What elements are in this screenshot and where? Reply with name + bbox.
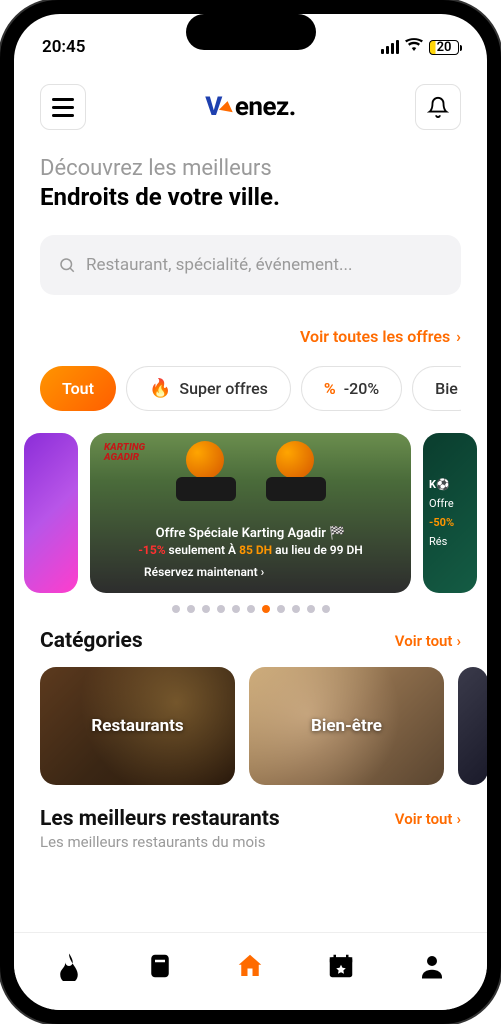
best-restaurants-see-all[interactable]: Voir tout › (395, 810, 461, 828)
bottom-nav (14, 932, 487, 1010)
calendar-star-icon (326, 951, 356, 981)
flame-icon (54, 951, 84, 981)
categories-row: Restaurants Bien-être (40, 667, 487, 785)
chip-all[interactable]: Tout (40, 366, 116, 411)
carousel-dot[interactable] (307, 605, 315, 613)
carousel-next-card[interactable]: K⚽ Offre -50% Rés (423, 433, 477, 593)
category-restaurants[interactable]: Restaurants (40, 667, 235, 785)
carousel-dot[interactable] (262, 605, 270, 613)
nav-saved[interactable] (138, 944, 182, 988)
menu-button[interactable] (40, 84, 86, 130)
carousel-dot[interactable] (247, 605, 255, 613)
percent-icon: % (324, 379, 336, 398)
category-bienetre[interactable]: Bien-être (249, 667, 444, 785)
battery-percentage: 20 (437, 40, 452, 55)
hero-title: Endroits de votre ville. (40, 183, 461, 211)
bookmark-icon (145, 951, 175, 981)
chip-discount-20[interactable]: % -20% (301, 366, 402, 411)
filter-chips: Tout 🔥 Super offres % -20% Bie (40, 366, 461, 411)
chevron-right-icon: › (456, 327, 461, 346)
carousel-dot[interactable] (277, 605, 285, 613)
person-icon (417, 951, 447, 981)
status-time: 20:45 (42, 37, 85, 57)
carousel-prev-card[interactable] (24, 433, 78, 593)
carousel-main-card[interactable]: KARTING AGADIR Offre Spéciale Karting Ag… (90, 433, 411, 593)
best-restaurants-title: Les meilleurs restaurants (40, 807, 280, 831)
chip-bienetre[interactable]: Bie (412, 366, 461, 411)
carousel-dots (40, 605, 461, 613)
chevron-right-icon: › (456, 810, 461, 828)
carousel-dot[interactable] (202, 605, 210, 613)
chip-super-offers[interactable]: 🔥 Super offres (126, 366, 291, 411)
carousel-dot[interactable] (172, 605, 180, 613)
carousel-dot[interactable] (322, 605, 330, 613)
see-all-offers-link[interactable]: Voir toutes les offres › (40, 327, 461, 346)
offer-title: Offre Spéciale Karting Agadir 🏁 (104, 526, 397, 541)
best-restaurants-subtitle: Les meilleurs restaurants du mois (40, 833, 461, 851)
categories-see-all[interactable]: Voir tout › (395, 632, 461, 650)
offers-carousel[interactable]: KARTING AGADIR Offre Spéciale Karting Ag… (14, 433, 487, 593)
bell-icon (427, 96, 449, 118)
search-icon (58, 256, 76, 274)
offer-cta[interactable]: Réservez maintenant › (104, 565, 397, 579)
nav-hot[interactable] (47, 944, 91, 988)
nav-profile[interactable] (410, 944, 454, 988)
home-icon (235, 951, 265, 981)
nav-home[interactable] (228, 944, 272, 988)
carousel-dot[interactable] (232, 605, 240, 613)
wifi-icon (405, 37, 423, 57)
chevron-right-icon: › (456, 632, 461, 650)
hamburger-icon (52, 98, 74, 117)
battery-icon: 20 (429, 40, 459, 55)
search-placeholder: Restaurant, spécialité, événement... (86, 255, 352, 275)
categories-title: Catégories (40, 629, 143, 653)
nav-events[interactable] (319, 944, 363, 988)
flame-icon: 🔥 (149, 378, 171, 399)
notifications-button[interactable] (415, 84, 461, 130)
carousel-dot[interactable] (217, 605, 225, 613)
signal-icon (381, 40, 399, 54)
offer-price-line: -15% seulement À 85 DH au lieu de 99 DH (104, 543, 397, 557)
hero-subtitle: Découvrez les meilleurs (40, 156, 461, 181)
app-logo: Venez. (205, 92, 296, 122)
category-next[interactable] (458, 667, 487, 785)
carousel-dot[interactable] (187, 605, 195, 613)
carousel-dot[interactable] (292, 605, 300, 613)
search-input[interactable]: Restaurant, spécialité, événement... (40, 235, 461, 295)
